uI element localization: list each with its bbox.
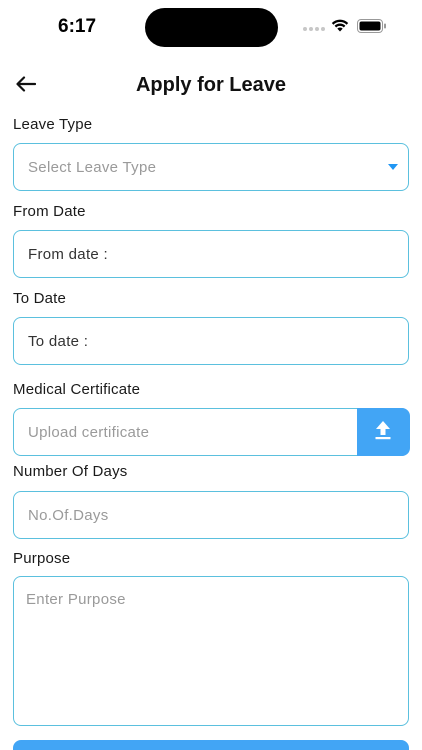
page-title: Apply for Leave <box>135 74 287 96</box>
number-of-days-placeholder: No.Of.Days <box>28 506 109 524</box>
upload-button[interactable] <box>356 407 410 456</box>
from-date-label: From Date <box>13 203 86 220</box>
medical-certificate-label: Medical Certificate <box>13 381 141 398</box>
caret-down-icon <box>388 164 398 170</box>
number-of-days-input[interactable]: No.Of.Days <box>13 491 409 539</box>
upload-icon <box>374 420 392 444</box>
leave-type-label: Leave Type <box>13 116 93 133</box>
submit-button[interactable] <box>13 740 409 750</box>
leave-type-placeholder: Select Leave Type <box>28 158 157 176</box>
top-app-bar: Apply for Leave <box>0 64 422 108</box>
cellular-signal-icon <box>303 27 327 33</box>
purpose-textarea[interactable]: Enter Purpose <box>13 576 409 726</box>
from-date-field[interactable]: From date : <box>13 230 409 278</box>
number-of-days-label: Number Of Days <box>13 463 128 480</box>
status-bar: 6:17 <box>0 0 422 54</box>
to-date-label: To Date <box>13 290 67 307</box>
medical-certificate-placeholder: Upload certificate <box>28 423 150 441</box>
from-date-value: From date : <box>28 245 108 263</box>
wifi-icon <box>331 18 349 32</box>
dynamic-island <box>145 8 278 47</box>
purpose-label: Purpose <box>13 550 71 567</box>
leave-type-select[interactable]: Select Leave Type <box>13 143 409 191</box>
medical-certificate-field[interactable]: Upload certificate <box>13 407 410 456</box>
to-date-value: To date : <box>28 332 89 350</box>
status-time: 6:17 <box>58 16 97 37</box>
apply-leave-screen: 6:17 Apply for Leave Leave Type Select L… <box>0 0 422 750</box>
purpose-placeholder: Enter Purpose <box>26 591 126 608</box>
to-date-field[interactable]: To date : <box>13 317 409 365</box>
battery-icon <box>357 19 387 33</box>
